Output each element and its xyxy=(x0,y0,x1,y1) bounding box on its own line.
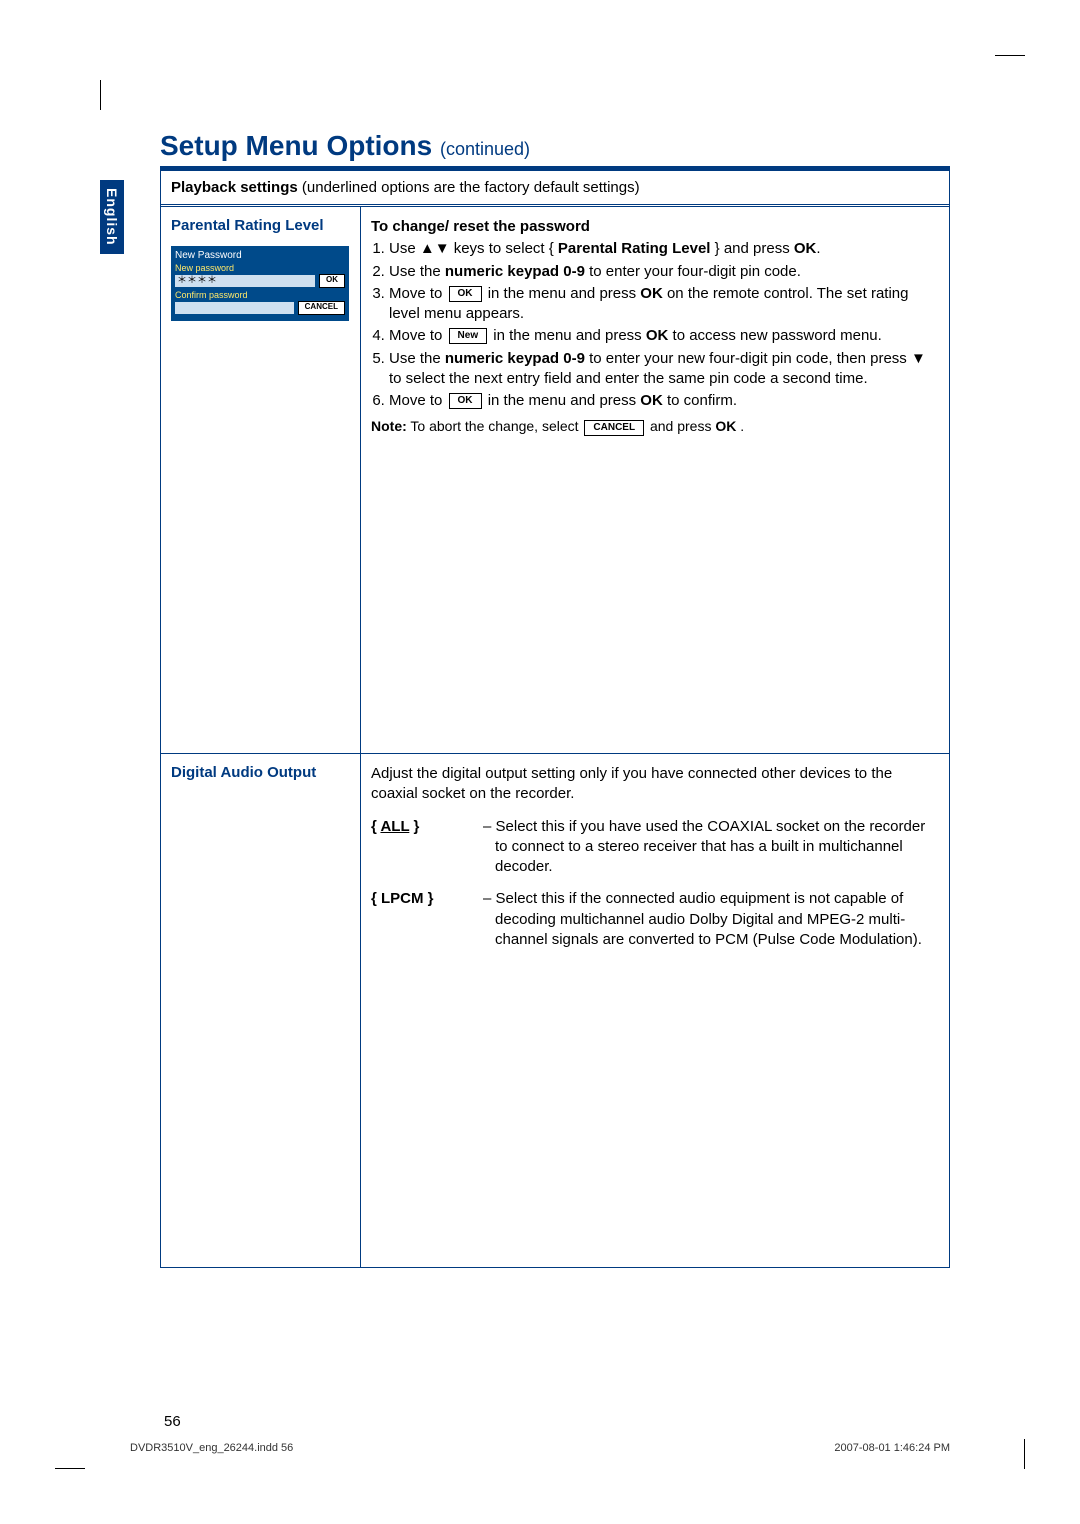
step-4: Move to New in the menu and press OK to … xyxy=(389,326,935,346)
language-tab: English xyxy=(100,180,124,254)
option-lpcm-desc: – Select this if the connected audio equ… xyxy=(493,889,935,950)
t: . xyxy=(816,240,820,257)
crop-mark xyxy=(55,1468,85,1469)
t: Move to xyxy=(389,327,447,344)
t: Move to xyxy=(389,392,447,409)
t: to enter your four-digit pin code. xyxy=(585,263,801,280)
section-heading-parental: Parental Rating Level xyxy=(171,217,350,234)
t: in the menu and press xyxy=(489,327,646,344)
t: in the menu and press xyxy=(484,392,641,409)
t: Use ▲▼ keys to select { xyxy=(389,240,558,257)
t: Parental Rating Level xyxy=(558,240,711,257)
ok-chip-2: OK xyxy=(449,393,482,409)
footer-timestamp: 2007-08-01 1:46:24 PM xyxy=(834,1442,950,1454)
t: to access new password menu. xyxy=(668,327,881,344)
t: numeric keypad 0-9 xyxy=(445,263,585,280)
t: OK xyxy=(646,327,669,344)
option-all-desc: – Select this if you have used the COAXI… xyxy=(493,817,935,878)
mini-input-confirm[interactable] xyxy=(175,302,294,314)
section-audio-right: Adjust the digital output setting only i… xyxy=(361,753,949,1267)
t: . xyxy=(736,418,744,434)
section-audio-left: Digital Audio Output xyxy=(161,753,361,1267)
t: OK xyxy=(640,392,663,409)
change-password-heading: To change/ reset the password xyxy=(371,217,935,237)
t: Move to xyxy=(389,285,447,302)
mini-label-new: New password xyxy=(175,263,345,273)
t: in the menu and press xyxy=(484,285,641,302)
new-chip: New xyxy=(449,328,488,344)
audio-intro: Adjust the digital output setting only i… xyxy=(371,764,935,805)
title-continued: (continued) xyxy=(440,139,530,159)
step-2: Use the numeric keypad 0-9 to enter your… xyxy=(389,262,935,282)
t: OK xyxy=(640,285,663,302)
step-1: Use ▲▼ keys to select { Parental Rating … xyxy=(389,239,935,259)
crop-mark xyxy=(100,80,101,110)
password-mini-panel: New Password New password ＊＊＊＊ OK Confir… xyxy=(171,246,349,321)
panel-header-rest: (underlined options are the factory defa… xyxy=(298,179,640,196)
footer-filename: DVDR3510V_eng_26244.indd 56 xyxy=(130,1442,293,1454)
step-6: Move to OK in the menu and press OK to c… xyxy=(389,391,935,411)
panel-body: Parental Rating Level New Password New p… xyxy=(161,207,949,1267)
section-parental-left: Parental Rating Level New Password New p… xyxy=(161,207,361,753)
option-lpcm-text: LPCM xyxy=(381,890,424,907)
t: To abort the change, select xyxy=(407,418,583,434)
title-main: Setup Menu Options xyxy=(160,130,440,161)
option-lpcm-label: { LPCM } xyxy=(371,889,481,909)
page-title: Setup Menu Options (continued) xyxy=(160,130,950,170)
panel-header: Playback settings (underlined options ar… xyxy=(161,171,949,207)
page-content: English Setup Menu Options (continued) P… xyxy=(130,130,950,1394)
t: OK xyxy=(715,418,736,434)
mini-cancel-button[interactable]: CANCEL xyxy=(298,301,345,315)
note-line: Note: To abort the change, select CANCEL… xyxy=(371,417,935,436)
mini-ok-button[interactable]: OK xyxy=(319,274,345,288)
step-3: Move to OK in the menu and press OK on t… xyxy=(389,284,935,325)
t: Use the xyxy=(389,263,445,280)
change-password-heading-text: To change/ reset the password xyxy=(371,218,590,235)
steps-list: Use ▲▼ keys to select { Parental Rating … xyxy=(371,239,935,411)
t: OK xyxy=(794,240,817,257)
option-all-text: ALL xyxy=(380,818,409,835)
note-bold: Note: xyxy=(371,418,407,434)
step-5: Use the numeric keypad 0-9 to enter your… xyxy=(389,349,935,390)
mini-input-new[interactable]: ＊＊＊＊ xyxy=(175,275,315,287)
section-heading-audio: Digital Audio Output xyxy=(171,764,350,781)
settings-panel: Playback settings (underlined options ar… xyxy=(160,170,950,1268)
t: } and press xyxy=(710,240,793,257)
ok-chip: OK xyxy=(449,286,482,302)
crop-mark xyxy=(995,55,1025,56)
t: and press xyxy=(646,418,715,434)
mini-label-confirm: Confirm password xyxy=(175,290,345,300)
section-parental-right: To change/ reset the password Use ▲▼ key… xyxy=(361,207,949,753)
mini-title: New Password xyxy=(175,250,345,261)
t: to confirm. xyxy=(663,392,737,409)
mini-row-new: ＊＊＊＊ OK xyxy=(175,274,345,288)
t: Use the xyxy=(389,350,445,367)
crop-mark xyxy=(1024,1439,1025,1469)
option-all-row: { ALL } – Select this if you have used t… xyxy=(371,817,935,878)
page-number: 56 xyxy=(164,1413,181,1430)
option-lpcm-row: { LPCM } – Select this if the connected … xyxy=(371,889,935,950)
cancel-chip: CANCEL xyxy=(584,420,644,436)
option-all-label: { ALL } xyxy=(371,817,481,837)
panel-header-bold: Playback settings xyxy=(171,179,298,196)
t: numeric keypad 0-9 xyxy=(445,350,585,367)
mini-row-confirm: CANCEL xyxy=(175,301,345,315)
